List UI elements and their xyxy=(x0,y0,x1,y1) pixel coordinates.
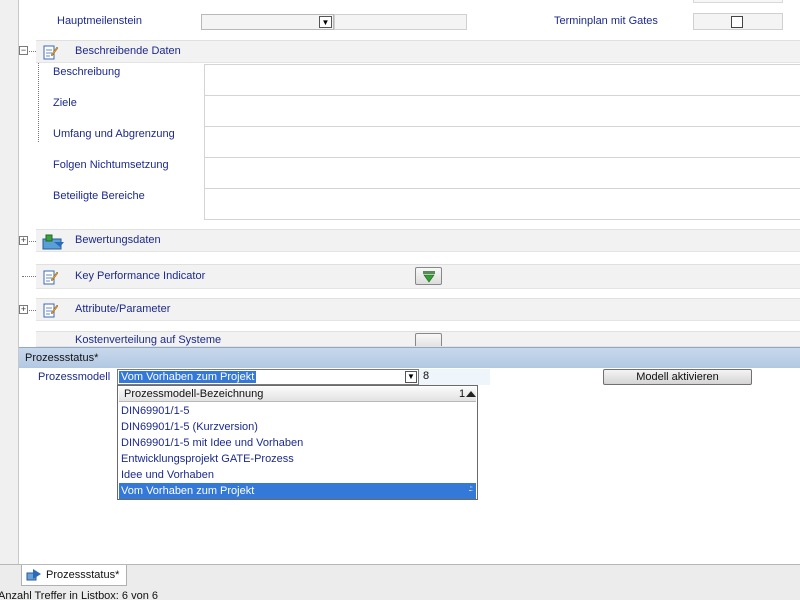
sort-index: 1 xyxy=(459,388,466,400)
modell-aktivieren-button[interactable]: Modell aktivieren xyxy=(603,369,752,385)
tree-connector xyxy=(29,241,36,242)
section-kostenverteilung[interactable]: Kostenverteilung auf Systeme xyxy=(36,331,800,347)
bereiche-label: Beteiligte Bereiche xyxy=(53,190,145,202)
kosten-action-button[interactable] xyxy=(415,333,442,346)
beschreibung-label: Beschreibung xyxy=(53,66,121,78)
status-text: Anzahl Treffer in Listbox: 6 von 6 xyxy=(0,590,158,600)
collapse-toggle-beschreibende-daten[interactable]: − xyxy=(19,46,28,55)
terminplan-checkbox[interactable] xyxy=(731,16,743,28)
section-kpi[interactable]: Key Performance Indicator xyxy=(36,264,800,289)
hauptmeilenstein-label: Hauptmeilenstein xyxy=(57,15,142,27)
list-item[interactable]: Idee und Vorhaben xyxy=(119,467,476,483)
panel-title: Prozessstatus* xyxy=(25,352,99,364)
kpi-action-button[interactable] xyxy=(415,267,442,285)
bereiche-field[interactable] xyxy=(204,188,800,220)
chevron-down-icon[interactable]: ▼ xyxy=(405,371,417,383)
status-bar: Anzahl Treffer in Listbox: 6 von 6 xyxy=(0,586,800,600)
terminplan-field xyxy=(693,13,783,30)
prozessmodell-label: Prozessmodell xyxy=(38,371,111,383)
umfang-field[interactable] xyxy=(204,126,800,158)
section-title: Attribute/Parameter xyxy=(75,303,171,315)
selected-value: Vom Vorhaben zum Projekt xyxy=(119,371,257,383)
top-field-stub xyxy=(693,0,783,3)
tree-connector xyxy=(29,51,36,52)
section-beschreibende-daten[interactable]: Beschreibende Daten xyxy=(36,40,800,63)
list-item[interactable]: DIN69901/1-5 xyxy=(119,403,476,419)
ziele-label: Ziele xyxy=(53,97,77,109)
prozessstatus-header: Prozessstatus* xyxy=(19,347,800,368)
prozessmodell-count: 8 xyxy=(423,370,430,382)
section-title: Kostenverteilung auf Systeme xyxy=(75,334,222,346)
expand-toggle-attribute[interactable]: + xyxy=(19,305,28,314)
section-title: Key Performance Indicator xyxy=(75,270,206,282)
tree-connector-vertical xyxy=(38,58,39,142)
list-item[interactable]: Entwicklungsprojekt GATE-Prozess xyxy=(119,451,476,467)
section-title: Beschreibende Daten xyxy=(75,45,181,57)
folgen-field[interactable] xyxy=(204,157,800,189)
umfang-label: Umfang und Abgrenzung xyxy=(53,128,175,140)
pencil-document-icon xyxy=(43,270,58,285)
hauptmeilenstein-secondary-field xyxy=(334,14,467,30)
folgen-label: Folgen Nichtumsetzung xyxy=(53,159,169,171)
pencil-document-icon xyxy=(43,303,58,318)
process-icon xyxy=(26,569,41,581)
prozessmodell-select[interactable]: Vom Vorhaben zum Projekt ▼ xyxy=(117,369,419,385)
list-item-label: Vom Vorhaben zum Projekt xyxy=(121,485,255,497)
beschreibung-field[interactable] xyxy=(204,64,800,96)
section-attribute[interactable]: Attribute/Parameter xyxy=(36,298,800,321)
tab-label: Prozessstatus* xyxy=(46,569,120,581)
resize-grip-icon[interactable]: .:: xyxy=(468,481,473,497)
chart-data-icon xyxy=(42,234,64,250)
sort-ascending-icon xyxy=(466,391,476,397)
chevron-down-icon[interactable]: ▼ xyxy=(319,16,332,28)
pencil-document-icon xyxy=(43,45,58,60)
terminplan-label: Terminplan mit Gates xyxy=(554,15,658,27)
section-bewertungsdaten[interactable]: Bewertungsdaten xyxy=(36,229,800,252)
list-item[interactable]: DIN69901/1-5 (Kurzversion) xyxy=(119,419,476,435)
column-header[interactable]: Prozessmodell-Bezeichnung 1 xyxy=(119,387,476,402)
column-header-label: Prozessmodell-Bezeichnung xyxy=(124,388,264,400)
list-item-selected[interactable]: Vom Vorhaben zum Projekt .:: xyxy=(119,483,476,499)
tree-connector xyxy=(22,276,36,277)
green-arrow-down-icon xyxy=(423,271,435,283)
hauptmeilenstein-select[interactable]: ▼ xyxy=(201,14,334,30)
expand-toggle-bewertungsdaten[interactable]: + xyxy=(19,236,28,245)
tree-connector xyxy=(29,310,36,311)
list-item[interactable]: DIN69901/1-5 mit Idee und Vorhaben xyxy=(119,435,476,451)
section-title: Bewertungsdaten xyxy=(75,234,161,246)
ziele-field[interactable] xyxy=(204,95,800,127)
prozessmodell-dropdown-list[interactable]: Prozessmodell-Bezeichnung 1 DIN69901/1-5… xyxy=(117,385,478,500)
left-gutter xyxy=(0,0,19,564)
prozessmodell-count-area: 8 xyxy=(419,369,490,385)
tab-prozessstatus[interactable]: Prozessstatus* xyxy=(21,565,127,586)
